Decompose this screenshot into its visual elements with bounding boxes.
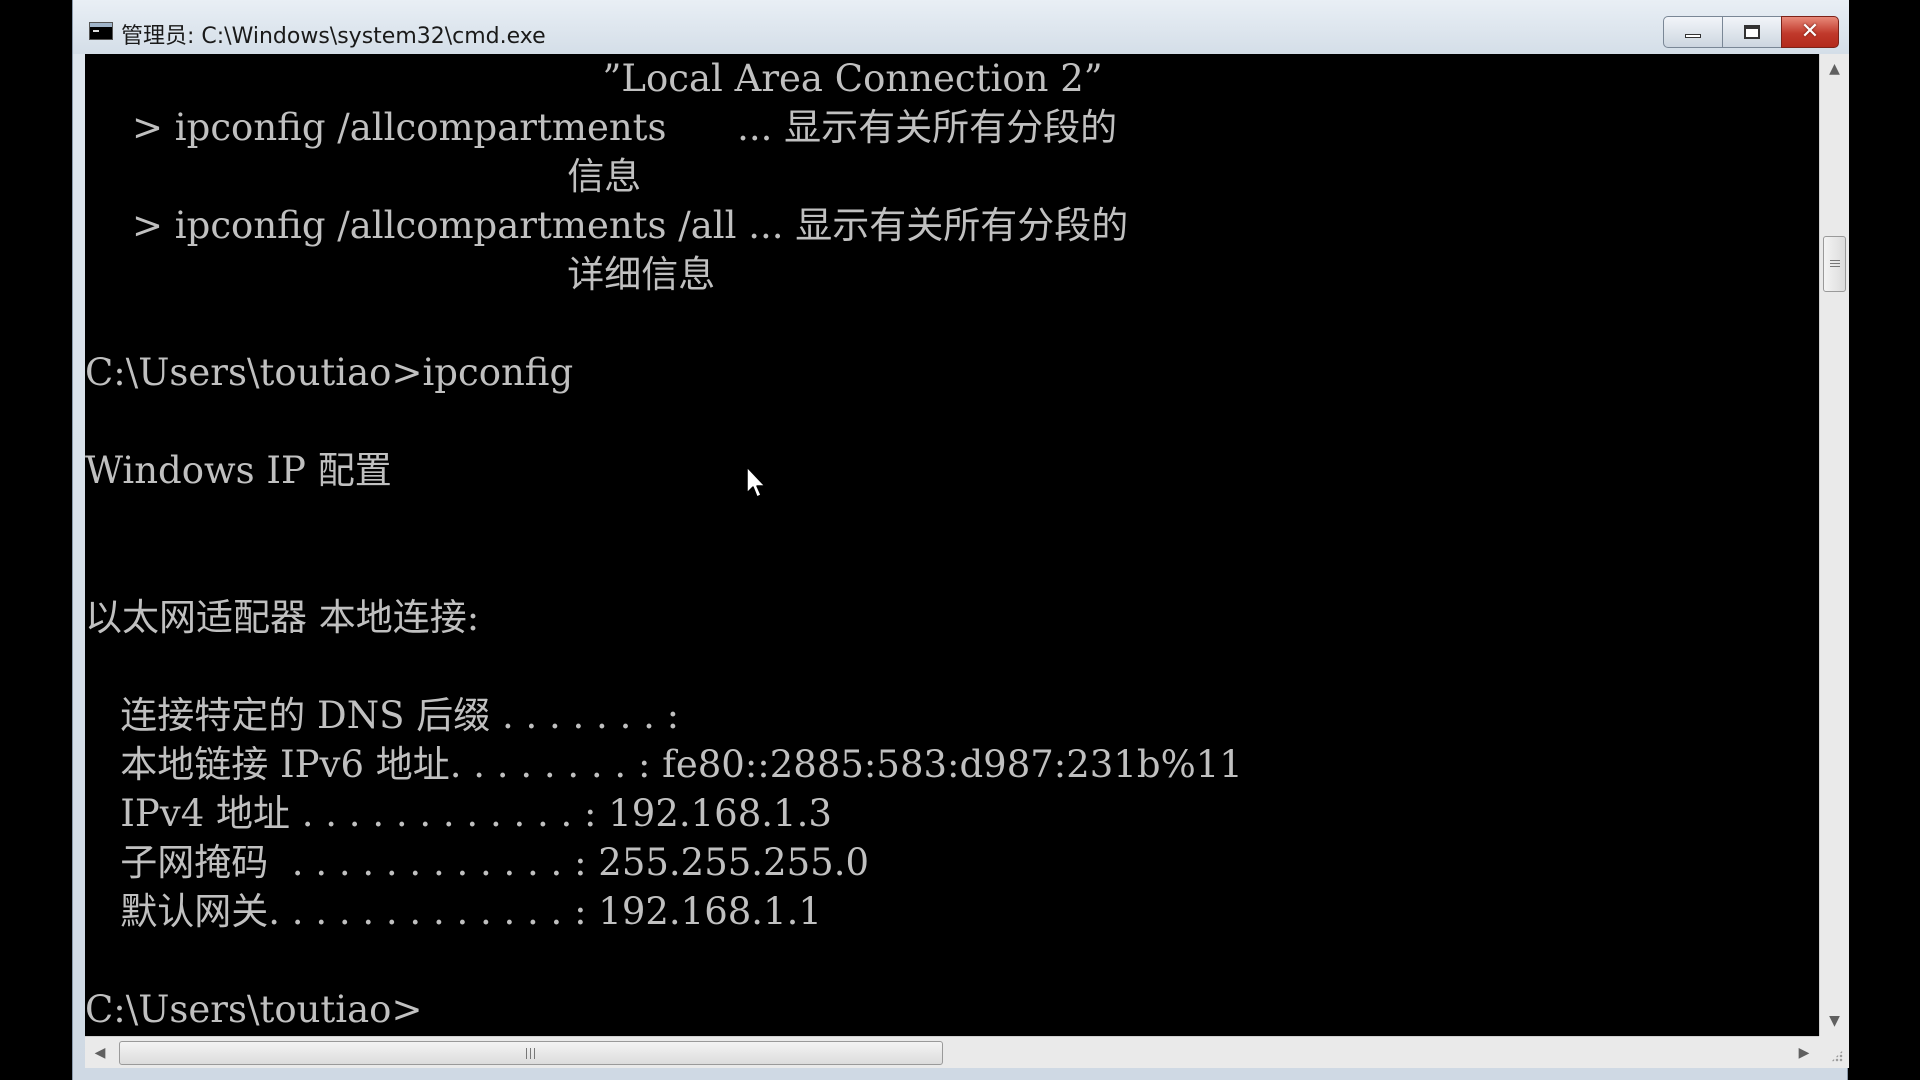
console-line: > ipconfig /allcompartments ... 显示有关所有分段… [85, 106, 1118, 149]
resize-grip[interactable] [1819, 1036, 1849, 1068]
console-line: > ipconfig /allcompartments /all ... 显示有… [85, 204, 1129, 247]
console-line: 信息 [85, 155, 642, 198]
grip-icon [525, 1047, 537, 1059]
maximize-button[interactable] [1722, 16, 1782, 48]
scroll-left-arrow-icon[interactable]: ◀ [85, 1037, 115, 1068]
close-button[interactable]: ✕ [1781, 16, 1839, 48]
console-line: C:\Users\toutiao> [85, 988, 423, 1031]
console-line: 默认网关. . . . . . . . . . . . . : 192.168.… [85, 890, 822, 933]
vertical-scroll-thumb[interactable] [1823, 236, 1846, 292]
scroll-down-arrow-icon[interactable]: ▼ [1820, 1006, 1849, 1036]
horizontal-scrollbar[interactable]: ◀ ▶ [85, 1036, 1819, 1068]
grip-icon [1829, 259, 1840, 269]
minimize-button[interactable] [1663, 16, 1723, 48]
close-icon: ✕ [1800, 19, 1820, 44]
console-line: Windows IP 配置 [85, 449, 392, 492]
window-title: 管理员: C:\Windows\system32\cmd.exe [121, 24, 546, 49]
console-lines: ”Local Area Connection 2” > ipconfig /al… [85, 54, 1819, 1034]
scroll-up-arrow-icon[interactable]: ▲ [1820, 54, 1849, 84]
console-line: 以太网适配器 本地连接: [85, 596, 480, 639]
console-line: 本地链接 IPv6 地址. . . . . . . . : fe80::2885… [85, 743, 1243, 786]
title-bar[interactable]: 管理员: C:\Windows\system32\cmd.exe ✕ [73, 0, 1849, 54]
console-line: IPv4 地址 . . . . . . . . . . . . : 192.16… [85, 792, 832, 835]
window-controls: ✕ [1663, 16, 1839, 48]
console-line: C:\Users\toutiao>ipconfig [85, 351, 574, 394]
vertical-scrollbar[interactable]: ▲ ▼ [1819, 54, 1849, 1036]
cmd-window-icon[interactable] [89, 22, 113, 40]
console-output[interactable]: ”Local Area Connection 2” > ipconfig /al… [85, 54, 1819, 1036]
console-line: ”Local Area Connection 2” [85, 57, 1103, 100]
console-line: 子网掩码 . . . . . . . . . . . . : 255.255.2… [85, 841, 869, 884]
console-line: 详细信息 [85, 253, 716, 296]
mouse-pointer-icon [746, 466, 766, 498]
maximize-icon [1744, 25, 1760, 39]
minimize-icon [1685, 34, 1701, 38]
scroll-right-arrow-icon[interactable]: ▶ [1789, 1037, 1819, 1068]
console-line: 连接特定的 DNS 后缀 . . . . . . . : [85, 694, 680, 737]
cmd-window: 管理员: C:\Windows\system32\cmd.exe ✕ ”Loca… [72, 0, 1849, 1080]
horizontal-scroll-thumb[interactable] [119, 1041, 943, 1065]
